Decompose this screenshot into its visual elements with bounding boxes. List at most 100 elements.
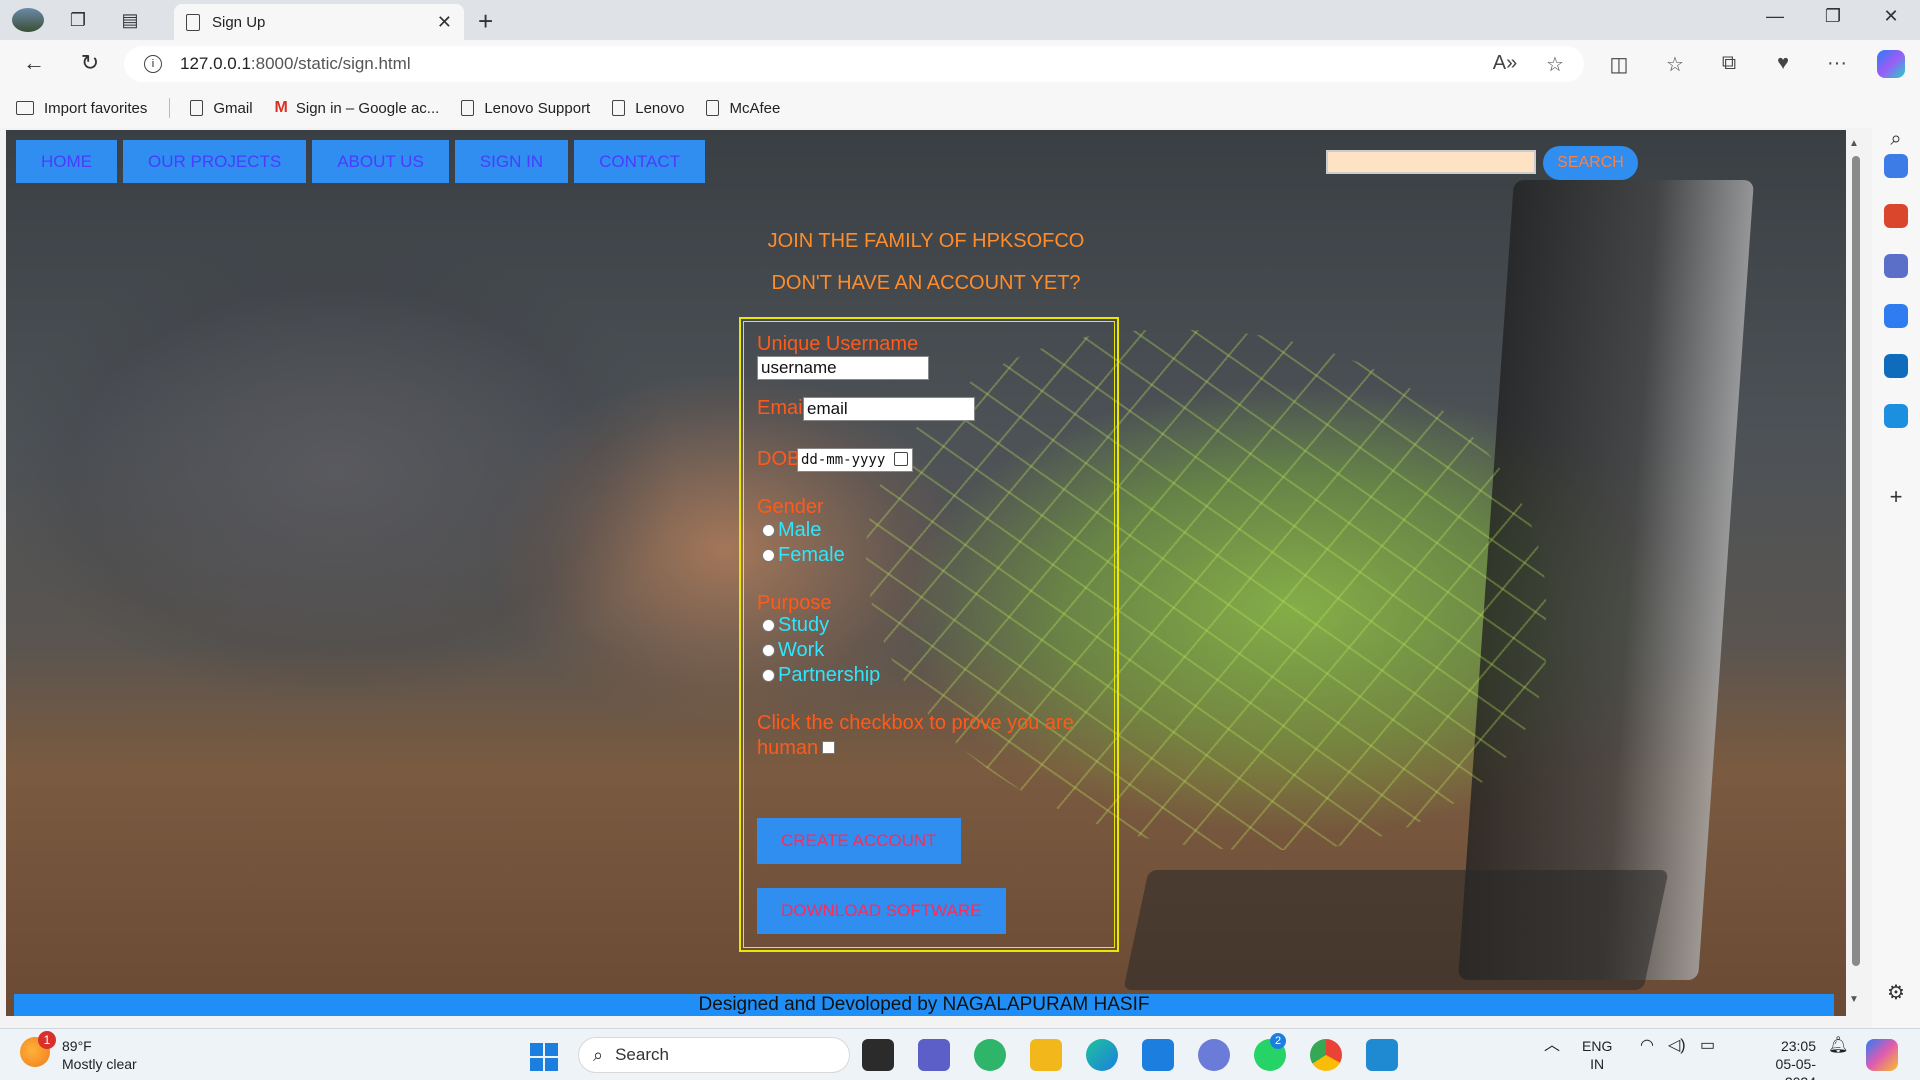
refresh-icon[interactable]: ↻: [74, 50, 106, 76]
games-icon[interactable]: [1884, 254, 1908, 278]
weather-widget[interactable]: 1 89°F Mostly clear: [20, 1031, 137, 1073]
purpose-study-radio[interactable]: [762, 619, 775, 632]
purpose-label: Purpose: [757, 592, 832, 614]
create-account-button[interactable]: CREATE ACCOUNT: [757, 818, 961, 864]
close-tab-icon[interactable]: ✕: [437, 12, 452, 33]
split-screen-icon[interactable]: ◫: [1604, 52, 1634, 77]
taskbar-search-placeholder: Search: [615, 1045, 669, 1064]
vscode-icon[interactable]: [1366, 1039, 1398, 1071]
dob-label: DOB: [757, 448, 801, 470]
nav-our-projects[interactable]: OUR PROJECTS: [123, 140, 307, 184]
vertical-tabs-icon[interactable]: ▤: [116, 8, 144, 32]
scroll-up-icon[interactable]: ▲: [1849, 138, 1859, 149]
teams-icon[interactable]: [918, 1039, 950, 1071]
chrome-icon[interactable]: [1310, 1039, 1342, 1071]
file-explorer-icon[interactable]: [1030, 1039, 1062, 1071]
purpose-study-label: Study: [778, 614, 830, 636]
taskbar-search[interactable]: ⌕ Search: [578, 1037, 850, 1073]
gmail-icon: M: [274, 99, 288, 116]
favorite-lenovo-support[interactable]: Lenovo Support: [461, 100, 590, 117]
settings-gear-icon[interactable]: ⚙: [1884, 980, 1908, 1004]
favorite-lenovo[interactable]: Lenovo: [612, 100, 684, 117]
address-row: ← ↻ i 127.0.0.1 :8000/static/sign.html A…: [0, 40, 1920, 88]
outlook-icon[interactable]: [1884, 354, 1908, 378]
copilot-taskbar-icon[interactable]: [974, 1039, 1006, 1071]
human-checkbox[interactable]: [822, 741, 835, 754]
shopping-icon[interactable]: [1884, 154, 1908, 178]
weather-desc: Mostly clear: [62, 1056, 137, 1072]
profile-avatar-icon[interactable]: [12, 8, 44, 32]
email-input[interactable]: email: [803, 397, 975, 421]
download-software-button[interactable]: DOWNLOAD SOFTWARE: [757, 888, 1006, 934]
background-keyboard: [1123, 870, 1669, 990]
calendar-icon[interactable]: [894, 452, 908, 466]
collections-icon[interactable]: ⧉: [1714, 52, 1744, 75]
purpose-work-label: Work: [778, 639, 825, 661]
tools-icon[interactable]: [1884, 204, 1908, 228]
human-check-label: Click the checkbox to prove you are: [757, 712, 1074, 734]
read-aloud-icon[interactable]: A»: [1490, 52, 1520, 75]
gender-female-radio[interactable]: [762, 549, 775, 562]
show-hidden-icons[interactable]: ︿: [1544, 1037, 1560, 1055]
favorite-mcafee[interactable]: McAfee: [706, 100, 780, 117]
site-search-button[interactable]: SEARCH: [1543, 146, 1638, 180]
start-button[interactable]: [530, 1043, 558, 1071]
signup-form: Unique Username username Email email DOB…: [739, 317, 1119, 952]
scroll-down-icon[interactable]: ▼: [1849, 994, 1859, 1005]
nav-sign-in[interactable]: SIGN IN: [454, 140, 569, 184]
scrollbar-thumb[interactable]: [1852, 156, 1860, 966]
language-indicator[interactable]: ENG IN: [1582, 1037, 1612, 1073]
address-bar[interactable]: i 127.0.0.1 :8000/static/sign.html: [124, 46, 1584, 82]
copilot-tray-icon[interactable]: [1866, 1039, 1898, 1071]
page-heading: JOIN THE FAMILY OF HPKSOFCO: [767, 230, 1085, 252]
workspaces-icon[interactable]: ❐: [64, 8, 92, 32]
search-icon: ⌕: [593, 1044, 604, 1065]
volume-icon[interactable]: ◁): [1668, 1037, 1686, 1055]
purpose-work-radio[interactable]: [762, 644, 775, 657]
battery-icon[interactable]: ▭: [1700, 1037, 1715, 1055]
add-sidebar-app-icon[interactable]: +: [1884, 484, 1908, 509]
favorite-star-icon[interactable]: ☆: [1540, 52, 1570, 77]
nav-about-us[interactable]: ABOUT US: [312, 140, 449, 184]
site-search-input[interactable]: [1326, 150, 1536, 174]
site-info-icon[interactable]: i: [144, 55, 162, 73]
favorites-bar: Import favorites Gmail M Sign in – Google…: [0, 88, 1920, 128]
username-input[interactable]: username: [757, 356, 929, 380]
human-check-label-line2: human: [757, 737, 819, 759]
dob-input[interactable]: dd-mm-yyyy: [797, 448, 913, 472]
page-icon: [461, 100, 475, 116]
wifi-icon[interactable]: ◠: [1640, 1037, 1654, 1055]
tab-sign-up[interactable]: Sign Up ✕: [174, 4, 464, 40]
app-icon[interactable]: [1198, 1039, 1230, 1071]
page-scrollbar[interactable]: ▲ ▼: [1846, 130, 1868, 1016]
copilot-icon[interactable]: [1877, 50, 1905, 78]
purpose-partnership-radio[interactable]: [762, 669, 775, 682]
browser-essentials-icon[interactable]: ♥: [1768, 52, 1798, 75]
drop-icon[interactable]: [1884, 404, 1908, 428]
email-label: Email: [757, 397, 808, 419]
dob-value: dd-mm-yyyy: [801, 452, 886, 468]
favorite-google-signin[interactable]: M Sign in – Google ac...: [275, 99, 440, 117]
new-tab-icon[interactable]: +: [478, 6, 493, 37]
store-icon[interactable]: [1142, 1039, 1174, 1071]
taskbar-clock[interactable]: 23:05 05-05-2024: [1764, 1037, 1816, 1080]
edge-icon[interactable]: [1086, 1039, 1118, 1071]
favorite-import[interactable]: Import favorites: [16, 100, 147, 117]
back-icon[interactable]: ←: [18, 50, 50, 76]
microsoft365-icon[interactable]: [1884, 304, 1908, 328]
restore-icon[interactable]: ❐: [1810, 6, 1856, 27]
favorites-icon[interactable]: ☆: [1660, 52, 1690, 77]
notification-bell-icon[interactable]: 🔔︎: [1828, 1037, 1848, 1055]
weather-icon: 1: [20, 1031, 56, 1067]
close-window-icon[interactable]: ✕: [1868, 6, 1914, 27]
search-icon[interactable]: ⌕: [1884, 128, 1908, 152]
more-options-icon[interactable]: ···: [1822, 52, 1852, 75]
nav-home[interactable]: HOME: [16, 140, 117, 184]
import-icon: [16, 101, 34, 115]
whatsapp-badge: 2: [1270, 1033, 1286, 1049]
gender-male-radio[interactable]: [762, 524, 775, 537]
task-view-icon[interactable]: [862, 1039, 894, 1071]
minimize-icon[interactable]: —: [1752, 6, 1798, 27]
nav-contact[interactable]: CONTACT: [574, 140, 705, 184]
favorite-gmail[interactable]: Gmail: [190, 100, 253, 117]
